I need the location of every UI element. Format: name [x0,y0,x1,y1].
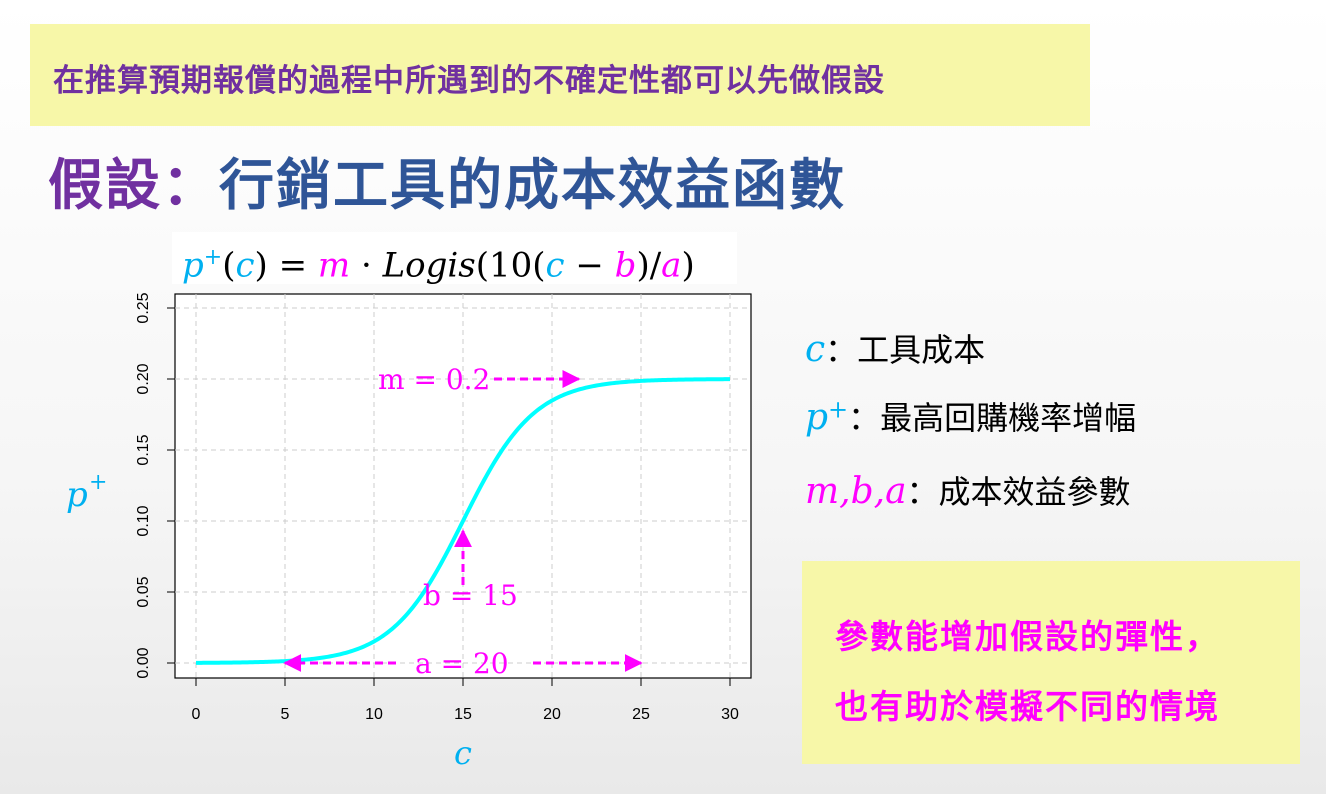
y-axis-label: p [66,475,88,515]
legend-symbol: m,b,a [805,471,907,512]
legend-row-p: p+：最高回購機率增幅 [805,393,1136,439]
x-tick-label: 10 [365,706,383,723]
y-tick-label: 0.05 [135,576,152,607]
logistic-chart: 0 5 10 15 20 25 30 0.00 0.05 0.10 0.15 0.20 0.25 c p + m… [66,292,752,772]
legend-text: ：成本效益參數 [906,473,1131,511]
note-box [802,561,1300,764]
legend-symbol: c [805,329,826,370]
x-tick-label: 0 [192,706,201,723]
legend-row-c: c：工具成本 [805,325,985,371]
legend-row-params: m,b,a：成本效益參數 [805,467,1131,513]
annotation-m-label: m = 0.2 [378,363,490,396]
x-tick-label: 5 [281,706,290,723]
y-tick-label: 0.20 [135,363,152,394]
legend-text: ：工具成本 [825,331,986,369]
annotation-a-label: a = 20 [415,647,509,680]
x-tick-label: 20 [543,706,561,723]
x-tick-label: 25 [632,706,650,723]
y-axis-label-sup: + [89,470,107,495]
legend-text: ：最高回購機率增幅 [848,399,1137,437]
x-tick-label: 30 [721,706,739,723]
note-line-1: 參數能增加假設的彈性， [835,617,1220,656]
legend-symbol: p [805,397,829,438]
y-tick-label: 0.15 [135,434,152,465]
y-tick-label: 0.00 [135,647,152,678]
y-tick-label: 0.10 [135,505,152,536]
annotation-b-label: b = 15 [423,579,518,612]
legend-symbol-sup: + [828,395,849,424]
y-tick-label: 0.25 [135,292,152,323]
note-line-2: 也有助於模擬不同的情境 [835,687,1220,726]
x-axis-label: c [454,734,472,772]
x-tick-label: 15 [454,706,472,723]
